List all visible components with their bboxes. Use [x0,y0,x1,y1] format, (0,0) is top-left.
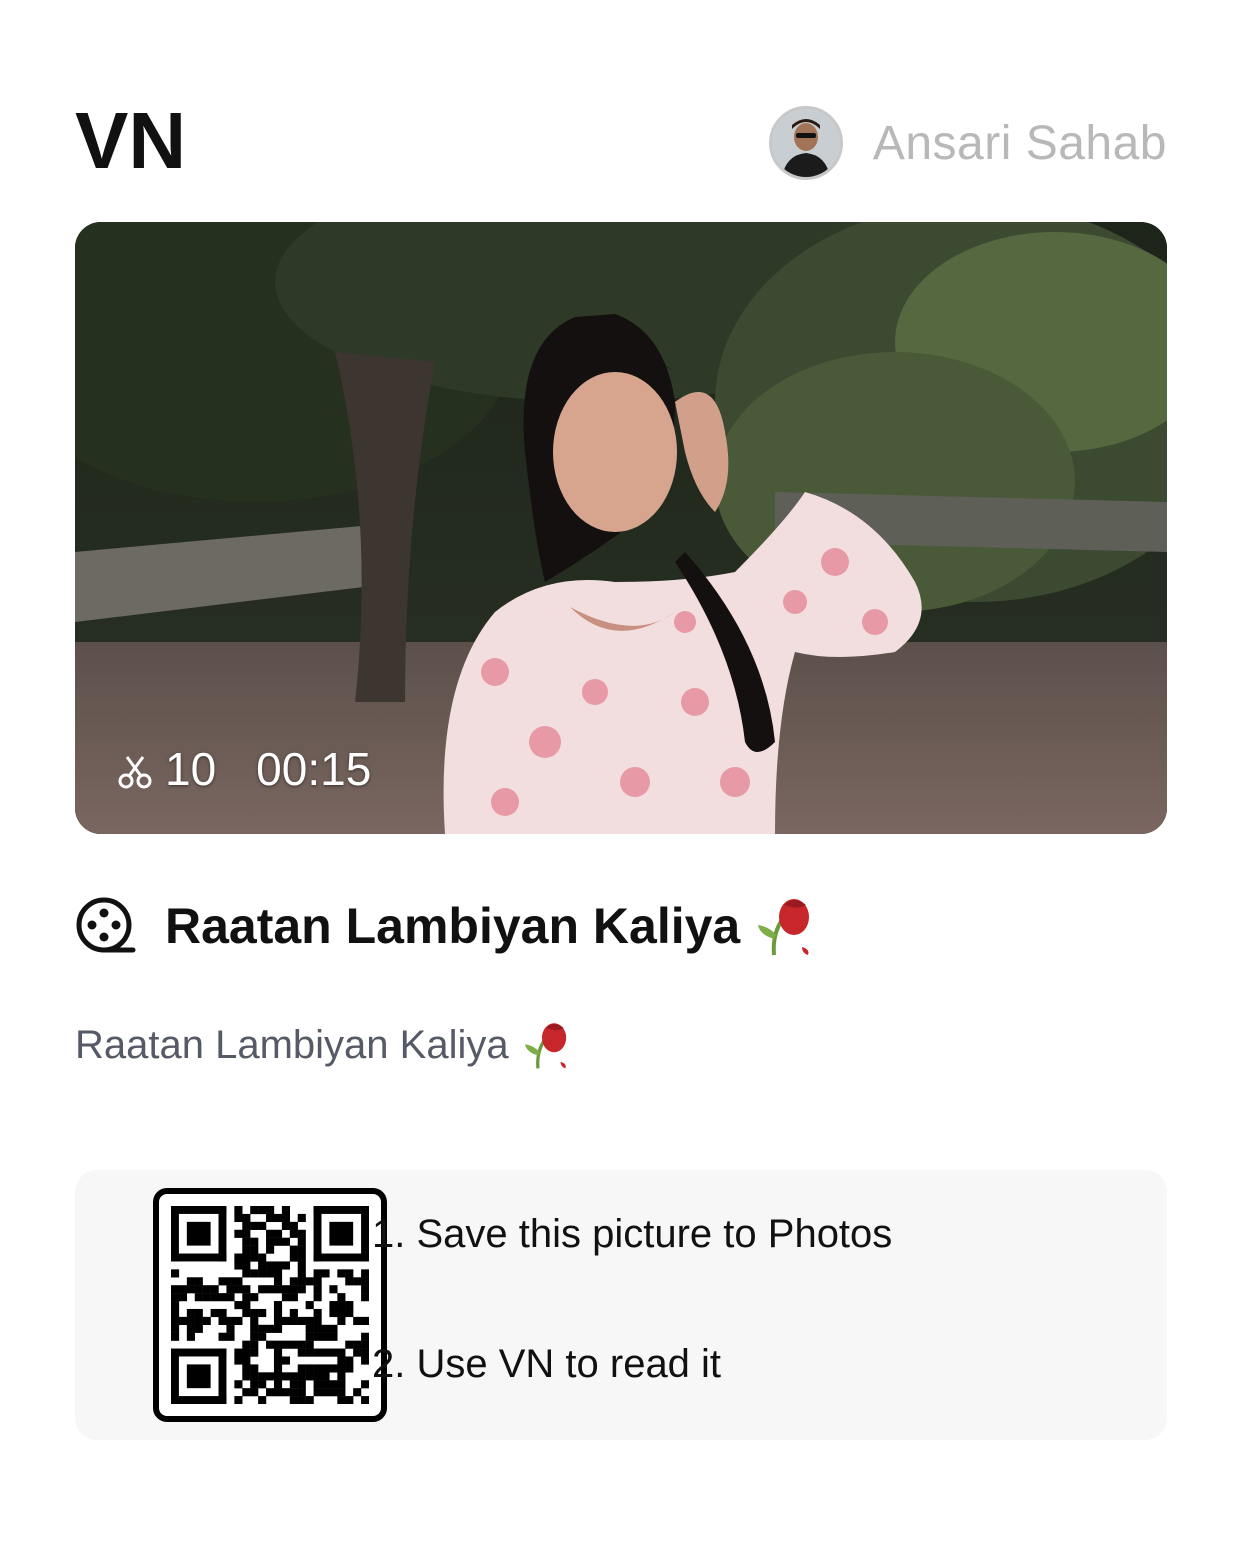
header: VN Ansari Sahab [75,100,1167,184]
qr-share-card [75,1170,1167,1440]
wilted-rose-icon [524,1023,566,1069]
scissors-icon [118,756,152,789]
project-description-row: Raatan Lambiyan Kaliya [75,1020,571,1070]
username[interactable]: Ansari Sahab [873,116,1167,171]
instruction-step-2: 2. Use VN to read it [372,1342,722,1386]
wilted-rose-icon [758,899,810,956]
project-title-row: Raatan Lambiyan Kaliya [75,890,814,962]
instruction-step-1: 1. Save this picture to Photos [372,1212,893,1256]
video-duration: 00:15 [256,743,372,795]
video-thumbnail[interactable]: 10 00:15 [75,222,1167,834]
qr-code-image [171,1206,369,1404]
project-description: Raatan Lambiyan Kaliya [75,1022,509,1067]
qr-code[interactable] [153,1188,387,1422]
video-meta: 10 00:15 [117,742,371,796]
user-info[interactable]: Ansari Sahab [768,104,1167,182]
avatar[interactable] [768,106,843,180]
film-reel-icon [76,897,136,953]
clip-count: 10 [165,743,217,795]
project-title: Raatan Lambiyan Kaliya [165,898,741,954]
svg-text:VN: VN [75,106,186,176]
vn-logo: VN [75,106,186,176]
